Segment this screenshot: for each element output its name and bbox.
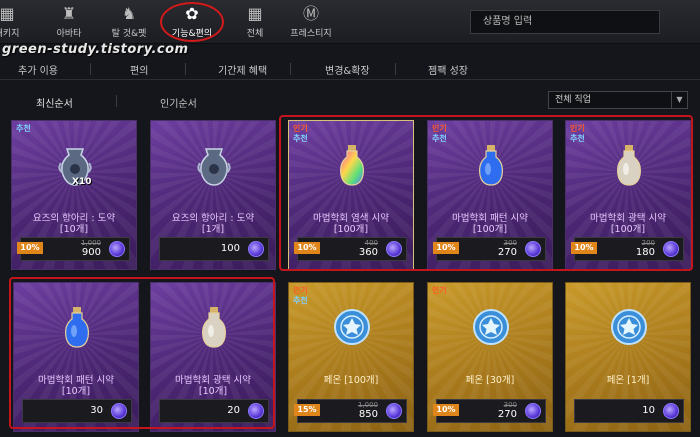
price-box: 15% 1,000 850: [294, 399, 407, 423]
badge-recommend: 추천: [293, 296, 308, 305]
price-box: 100: [159, 237, 269, 261]
product-card[interactable]: 인기 페온 [30개] 10% 300 270: [427, 282, 553, 432]
product-name: 요즈의 항아리 : 도약 [1개]: [171, 213, 255, 235]
sort-latest[interactable]: 최신순서: [36, 95, 73, 110]
chevron-down-icon[interactable]: ▼: [671, 92, 687, 108]
price: 100: [220, 243, 240, 254]
badge-popular: 인기: [293, 286, 308, 295]
discount-badge: 10%: [17, 242, 43, 254]
divider: [116, 95, 117, 107]
category-label: 전체: [246, 29, 264, 39]
package-icon: ▦: [0, 4, 15, 23]
category-package[interactable]: ▦ 패키지: [0, 0, 36, 44]
product-name: 페온 [100개]: [323, 375, 379, 386]
product-name: 요즈의 항아리 : 도약 [10개]: [32, 213, 116, 235]
category-prestige[interactable]: Ⓜ 프레스티지: [282, 0, 340, 44]
divider: [290, 63, 291, 75]
category-all[interactable]: ▦ 전체: [226, 0, 284, 44]
price: 900: [81, 247, 101, 258]
product-name: 페온 [1개]: [606, 375, 650, 386]
price-box: 10% 300 270: [433, 399, 546, 423]
price-box: 10% 1,000 900: [17, 237, 130, 261]
highlight-circle: [160, 2, 224, 42]
original-price: 1,000: [357, 401, 378, 409]
subtab-convenience[interactable]: 편의: [130, 62, 148, 77]
avatar-icon: ♜: [61, 4, 77, 23]
category-mount-pet[interactable]: ♞ 탈 것&펫: [100, 0, 158, 44]
price-box: 10: [574, 399, 684, 423]
original-price: 1,000: [80, 239, 101, 247]
prestige-icon: Ⓜ: [302, 4, 319, 23]
grid-icon: ▦: [247, 4, 263, 23]
royal-crystal-icon: [525, 403, 541, 419]
job-filter-select[interactable]: 전체 직업 ▼: [548, 91, 688, 109]
search-input[interactable]: 상품명 입력: [470, 10, 660, 34]
royal-crystal-icon: [663, 403, 679, 419]
horse-icon: ♞: [121, 4, 137, 23]
discount-badge: 10%: [433, 404, 459, 416]
category-label: 패키지: [0, 29, 20, 39]
category-label: 탈 것&펫: [111, 29, 147, 39]
royal-crystal-icon: [386, 403, 402, 419]
subtab-change-expand[interactable]: 변경&확장: [325, 62, 370, 77]
sort-popular[interactable]: 인기순서: [160, 95, 197, 110]
price: 850: [358, 409, 378, 420]
badge-group: 인기: [432, 286, 447, 296]
divider: [395, 63, 396, 75]
badge-popular: 인기: [432, 286, 447, 295]
divider: [185, 63, 186, 75]
price: 10: [642, 405, 655, 416]
product-card[interactable]: 추천 X10 요즈의 항아리 : 도약 [10개] 10% 1,000 900: [11, 120, 137, 270]
pheon-icon: [332, 305, 372, 349]
product-name: 페온 [30개]: [465, 375, 515, 386]
pheon-icon: [471, 305, 511, 349]
discount-badge: 15%: [294, 404, 320, 416]
original-price: 300: [503, 401, 517, 409]
product-card[interactable]: 인기 추천 페온 [100개] 15% 1,000 850: [288, 282, 414, 432]
subtab-period[interactable]: 기간제 혜택: [218, 62, 267, 77]
category-label: 프레스티지: [290, 29, 332, 39]
watermark: green-study.tistory.com: [2, 42, 189, 57]
badge-group: 인기 추천: [293, 286, 308, 306]
jar-icon: [194, 143, 234, 187]
subtab-extra[interactable]: 추가 이용: [18, 62, 58, 77]
category-avatar[interactable]: ♜ 아바타: [40, 0, 98, 44]
subtab-gem-growth[interactable]: 젬팩 성장: [428, 62, 468, 77]
divider: [90, 63, 91, 75]
product-card[interactable]: 요즈의 항아리 : 도약 [1개] 100: [150, 120, 276, 270]
product-card[interactable]: 페온 [1개] 10: [565, 282, 691, 432]
highlight-box: [9, 277, 275, 429]
royal-crystal-icon: [248, 241, 264, 257]
royal-crystal-icon: [109, 241, 125, 257]
price: 270: [497, 409, 517, 420]
category-bar: ▦ 패키지 ♜ 아바타 ♞ 탈 것&펫 ✿ 기능&편의 ▦ 전체 Ⓜ 프레스티지…: [0, 0, 700, 44]
subtab-bar: 추가 이용 편의 기간제 혜택 변경&확장 젬팩 성장: [0, 58, 700, 80]
pheon-icon: [609, 305, 649, 349]
filter-value: 전체 직업: [555, 95, 591, 105]
badge-recommend: 추천: [16, 124, 31, 133]
badge-group: 추천: [16, 124, 31, 134]
highlight-box: [279, 115, 693, 271]
quantity-label: X10: [72, 177, 92, 187]
category-label: 아바타: [56, 29, 82, 39]
